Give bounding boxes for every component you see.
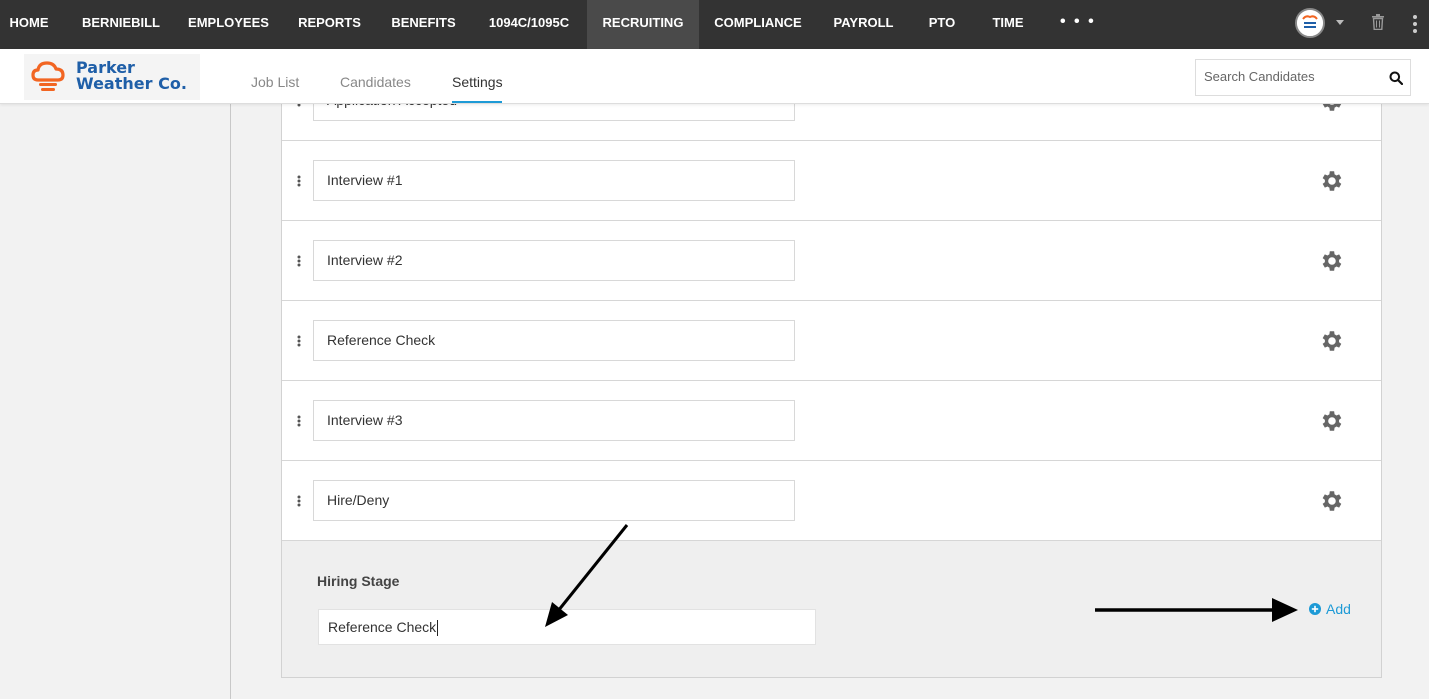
drag-handle-icon[interactable] [297, 335, 301, 347]
gear-icon[interactable] [1318, 168, 1344, 194]
drag-handle-icon[interactable] [297, 415, 301, 427]
gear-icon[interactable] [1318, 328, 1344, 354]
text-cursor [437, 620, 439, 637]
gear-icon[interactable] [1318, 248, 1344, 274]
drag-handle-icon[interactable] [297, 175, 301, 187]
top-navigation: HOME BERNIEBILL EMPLOYEES REPORTS BENEFI… [0, 0, 1429, 49]
stage-name-field[interactable]: Interview #1 [313, 160, 795, 201]
tab-candidates[interactable]: Candidates [340, 74, 411, 90]
kebab-menu-icon[interactable] [1412, 14, 1418, 34]
stage-name-field[interactable]: Application Accepted [313, 104, 795, 121]
nav-employees[interactable]: EMPLOYEES [184, 0, 273, 49]
nav-home[interactable]: HOME [0, 0, 58, 49]
brand-line-2: Weather Co. [76, 74, 187, 93]
search-box[interactable] [1195, 59, 1411, 96]
nav-payroll[interactable]: PAYROLL [827, 0, 900, 49]
user-avatar[interactable] [1295, 8, 1325, 38]
add-hiring-stage-section: Hiring Stage Reference Check Add [282, 541, 1381, 677]
nav-reports[interactable]: REPORTS [293, 0, 366, 49]
plus-circle-icon [1309, 603, 1321, 615]
trash-icon[interactable] [1371, 14, 1385, 30]
stage-name-field[interactable]: Interview #3 [313, 400, 795, 441]
hiring-stage-input-value: Reference Check [328, 619, 437, 635]
add-stage-button-label: Add [1326, 601, 1351, 617]
sub-header: Parker Weather Co. Job List Candidates S… [0, 49, 1429, 104]
chevron-down-icon[interactable] [1336, 20, 1344, 25]
stage-row: Interview #2 [282, 221, 1381, 301]
stage-row: Interview #3 [282, 381, 1381, 461]
drag-handle-icon[interactable] [297, 104, 301, 107]
gear-icon[interactable] [1318, 408, 1344, 434]
add-stage-button[interactable]: Add [1309, 599, 1351, 619]
left-sidebar [0, 104, 231, 699]
gear-icon[interactable] [1318, 104, 1344, 114]
nav-1094c-1095c[interactable]: 1094C/1095C [481, 0, 577, 49]
stage-row: Application Accepted [282, 104, 1381, 141]
nav-more-button[interactable]: • • • [1060, 0, 1096, 49]
nav-compliance[interactable]: COMPLIANCE [709, 0, 807, 49]
stage-name-field[interactable]: Interview #2 [313, 240, 795, 281]
company-logo-icon [1297, 10, 1323, 36]
brand-logo[interactable]: Parker Weather Co. [24, 54, 200, 100]
stage-row: Reference Check [282, 301, 1381, 381]
stage-row: Interview #1 [282, 141, 1381, 221]
nav-recruiting[interactable]: RECRUITING [587, 0, 699, 49]
stage-row: Hire/Deny [282, 461, 1381, 541]
brand-name: Parker Weather Co. [76, 60, 187, 92]
nav-benefits[interactable]: BENEFITS [386, 0, 461, 49]
nav-time[interactable]: TIME [984, 0, 1032, 49]
stage-name-field[interactable]: Reference Check [313, 320, 795, 361]
search-input[interactable] [1204, 69, 1384, 84]
cloud-icon [31, 61, 65, 91]
hiring-stages-panel: Application Accepted Interview #1 Interv… [281, 104, 1382, 678]
hiring-stage-input[interactable]: Reference Check [318, 609, 816, 645]
active-tab-indicator [452, 101, 502, 103]
search-icon[interactable] [1389, 71, 1403, 85]
tab-settings[interactable]: Settings [452, 74, 503, 90]
hiring-stage-label: Hiring Stage [317, 573, 400, 589]
nav-berniebill[interactable]: BERNIEBILL [78, 0, 164, 49]
gear-icon[interactable] [1318, 488, 1344, 514]
drag-handle-icon[interactable] [297, 255, 301, 267]
tab-job-list[interactable]: Job List [251, 74, 299, 90]
drag-handle-icon[interactable] [297, 495, 301, 507]
stage-name-field[interactable]: Hire/Deny [313, 480, 795, 521]
nav-pto[interactable]: PTO [920, 0, 964, 49]
